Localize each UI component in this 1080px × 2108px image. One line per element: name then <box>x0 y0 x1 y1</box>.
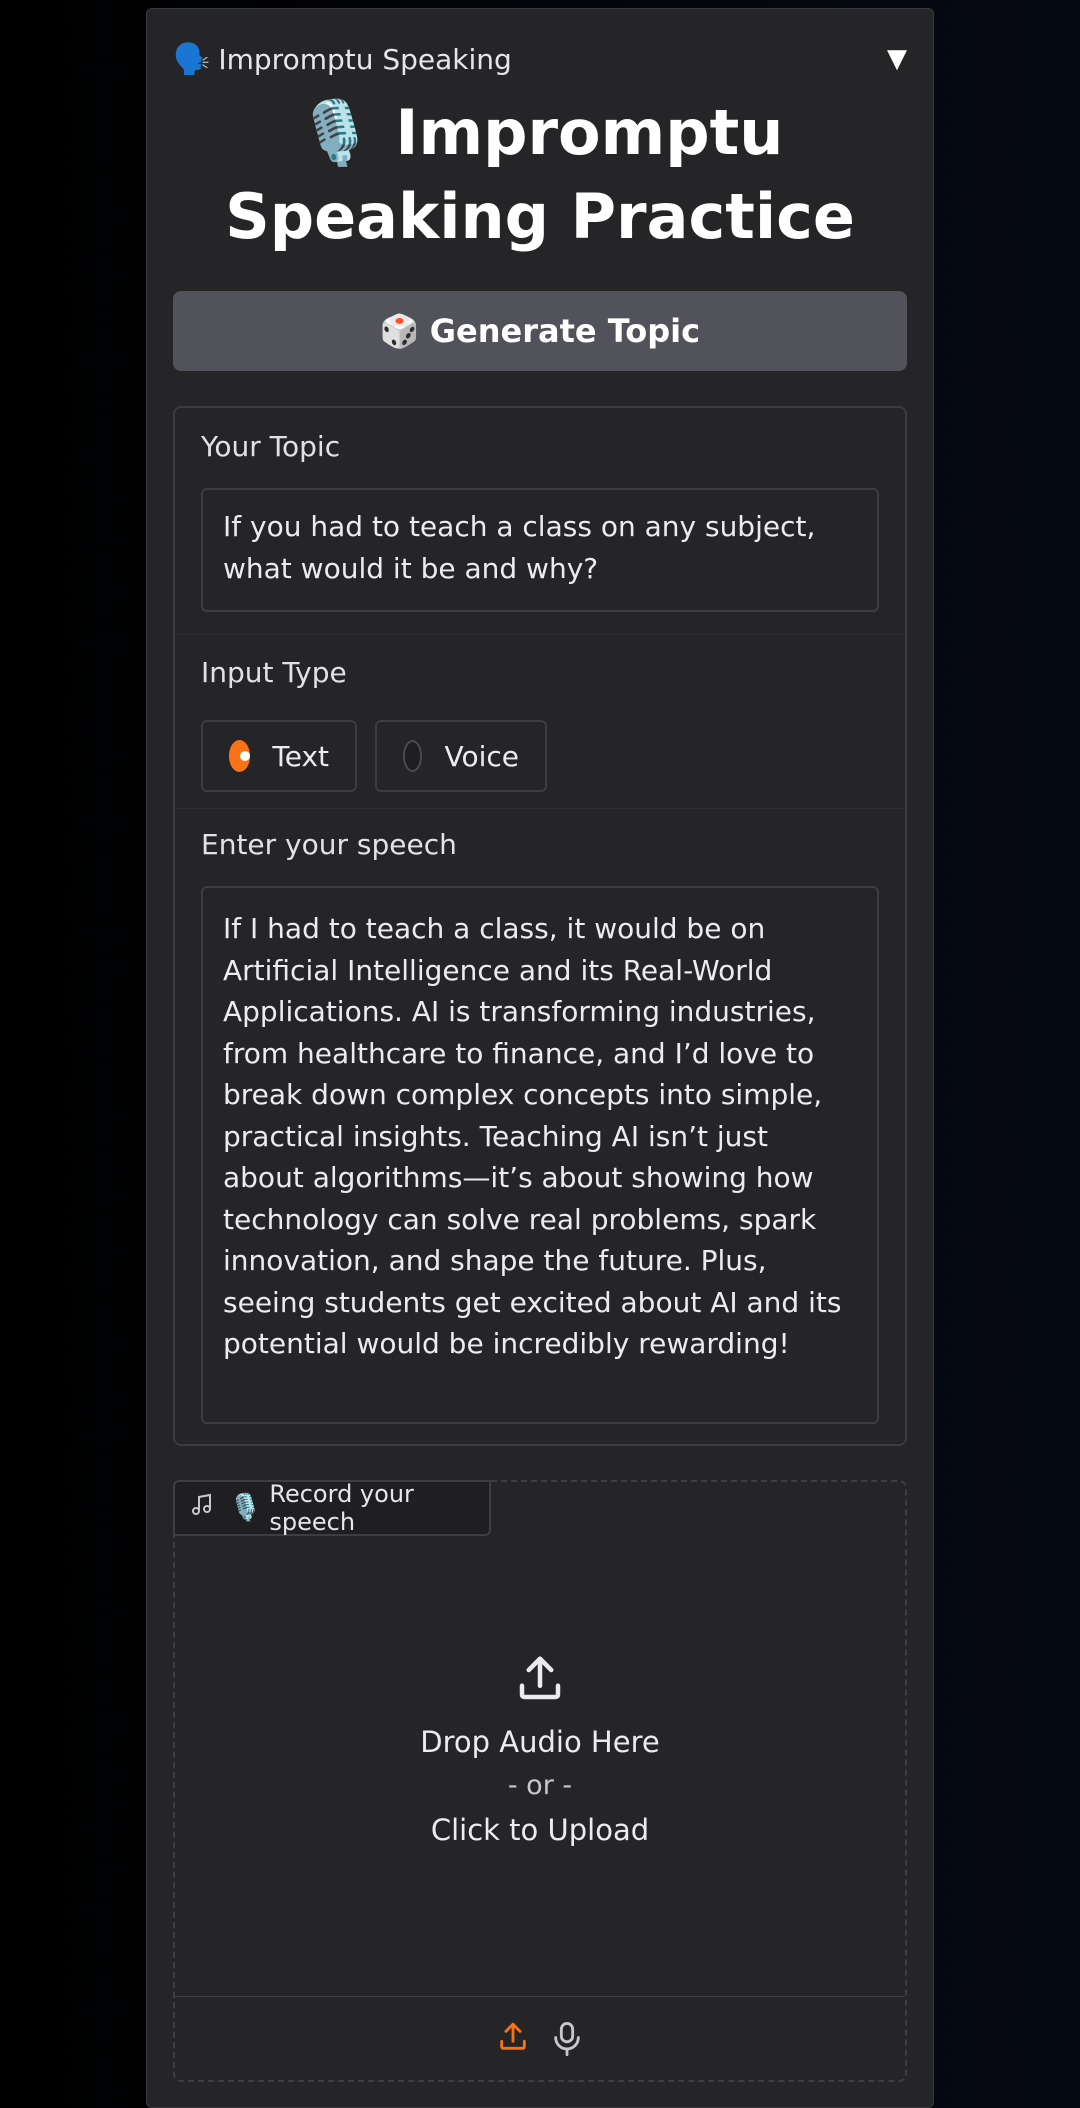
topic-label: Your Topic <box>201 430 341 463</box>
audio-label-text: Record your speech <box>269 1480 414 1536</box>
app-card: 🗣️ Impromptu Speaking ▼ 🎙️ Impromptu Spe… <box>146 8 934 2108</box>
radio-voice[interactable]: Voice <box>375 720 547 792</box>
dice-icon: 🎲 <box>379 312 420 350</box>
divider <box>175 808 905 809</box>
accordion-header[interactable]: 🗣️ Impromptu Speaking ▼ <box>173 35 907 83</box>
music-note-icon <box>191 1493 213 1523</box>
divider <box>175 634 905 635</box>
or-text: - or - <box>507 1770 573 1801</box>
audio-upload-area[interactable]: 🎙️ Record your speech Drop Audio Here - … <box>173 1480 907 2082</box>
drop-zone[interactable]: Drop Audio Here - or - Click to Upload <box>175 1652 905 1852</box>
source-selector <box>175 2020 905 2062</box>
radio-voice-label: Voice <box>444 739 519 773</box>
generate-topic-button[interactable]: 🎲 Generate Topic <box>173 291 907 371</box>
input-type-label: Input Type <box>201 656 347 689</box>
page-title: 🎙️ Impromptu Speaking Practice <box>167 91 913 259</box>
accordion-title-text: Impromptu Speaking <box>218 42 512 76</box>
radio-text-label: Text <box>272 739 329 773</box>
microphone-icon: 🎙️ <box>296 96 374 169</box>
microphone-icon: 🎙️ <box>229 1493 262 1523</box>
click-upload-text: Click to Upload <box>430 1813 650 1847</box>
form-panel: Your Topic If you had to teach a class o… <box>173 406 907 1446</box>
caret-down-icon[interactable]: ▼ <box>887 44 907 74</box>
speaking-head-icon: 🗣️ <box>173 41 211 77</box>
topic-field[interactable]: If you had to teach a class on any subje… <box>201 488 879 612</box>
radio-selected-icon <box>229 740 251 772</box>
generate-topic-label: Generate Topic <box>429 312 701 350</box>
radio-unselected-icon <box>403 740 423 772</box>
source-bar-divider <box>175 1996 905 1997</box>
upload-icon[interactable] <box>496 2020 530 2062</box>
drop-audio-text: Drop Audio Here <box>420 1725 660 1759</box>
radio-text[interactable]: Text <box>201 720 357 792</box>
speech-textarea[interactable]: If I had to teach a class, it would be o… <box>201 886 879 1424</box>
upload-icon <box>175 1652 905 1710</box>
audio-label-tab: 🎙️ Record your speech <box>173 1480 491 1536</box>
accordion-title: 🗣️ Impromptu Speaking <box>173 42 512 77</box>
microphone-icon[interactable] <box>550 2020 584 2062</box>
speech-label: Enter your speech <box>201 828 457 861</box>
